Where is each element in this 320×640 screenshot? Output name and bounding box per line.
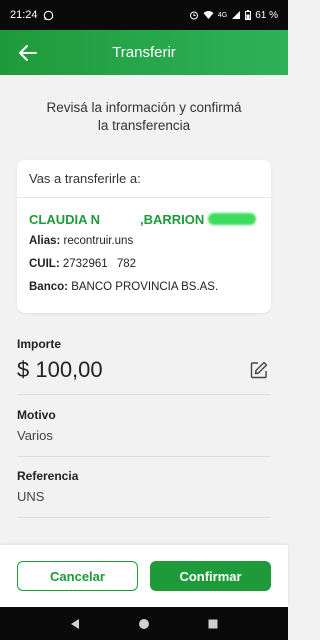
network-type: 4G [217, 11, 228, 19]
recipient-name: CLAUDIA N ,BARRION [29, 210, 259, 228]
intro-text: Revisá la información y confirmá la tran… [46, 100, 242, 133]
system-nav-bar [0, 607, 288, 640]
whatsapp-icon [43, 10, 54, 21]
cuil-value-a: 2732961 [62, 258, 108, 270]
importe-label: Importe [17, 337, 62, 351]
edit-icon [250, 361, 268, 379]
signal-icon [231, 10, 241, 20]
circle-home-icon [138, 618, 149, 629]
importe-field: Importe $ 100,00 [17, 337, 271, 395]
importe-value: $ 100,00 [17, 357, 103, 382]
recipient-first-name: CLAUDIA N [29, 211, 101, 227]
motivo-value: Varios [17, 428, 53, 443]
recipient-card-header: Vas a transferirle a: [17, 160, 271, 198]
wifi-icon [203, 10, 214, 20]
cuil-row: CUIL: 2732961 782 [29, 258, 259, 274]
alias-label: Alias: [29, 235, 61, 247]
nav-recents-button[interactable] [203, 614, 223, 634]
status-bar: 21:24 4G 61 % [0, 0, 288, 30]
cuil-label: CUIL: [29, 258, 60, 270]
main-content: Revisá la información y confirmá la tran… [0, 75, 288, 545]
action-bar: Cancelar Confirmar [0, 545, 288, 607]
nav-home-button[interactable] [134, 614, 154, 634]
alias-row: Alias: recontruir.uns [29, 235, 259, 251]
triangle-back-icon [70, 618, 79, 629]
motivo-label: Motivo [17, 408, 56, 422]
arrow-left-icon [19, 44, 37, 61]
confirm-button[interactable]: Confirmar [150, 561, 271, 591]
status-time: 21:24 [10, 9, 38, 21]
battery-icon [245, 10, 252, 20]
alarm-icon [189, 10, 199, 20]
redaction-mark [208, 213, 257, 225]
recipient-card: Vas a transferirle a: CLAUDIA N ,BARRION… [17, 160, 271, 313]
app-bar: Transferir [0, 30, 288, 75]
recipient-last-name: ,BARRION [140, 211, 205, 227]
edit-amount-button[interactable] [247, 358, 271, 382]
alias-value: recontruir.uns [63, 235, 134, 247]
cancel-button[interactable]: Cancelar [17, 561, 138, 591]
bank-value: BANCO PROVINCIA BS.AS. [71, 281, 219, 293]
cuil-value-b: 782 [116, 258, 137, 270]
bank-label: Banco: [29, 281, 68, 293]
referencia-field: Referencia UNS [17, 469, 271, 518]
referencia-value: UNS [17, 489, 45, 504]
referencia-label: Referencia [17, 469, 79, 483]
square-recents-icon [208, 619, 218, 628]
bank-row: Banco: BANCO PROVINCIA BS.AS. [29, 281, 259, 297]
back-button[interactable] [8, 30, 48, 75]
battery-percent: 61 % [255, 9, 278, 21]
nav-back-button[interactable] [65, 614, 85, 634]
motivo-field: Motivo Varios [17, 408, 271, 457]
